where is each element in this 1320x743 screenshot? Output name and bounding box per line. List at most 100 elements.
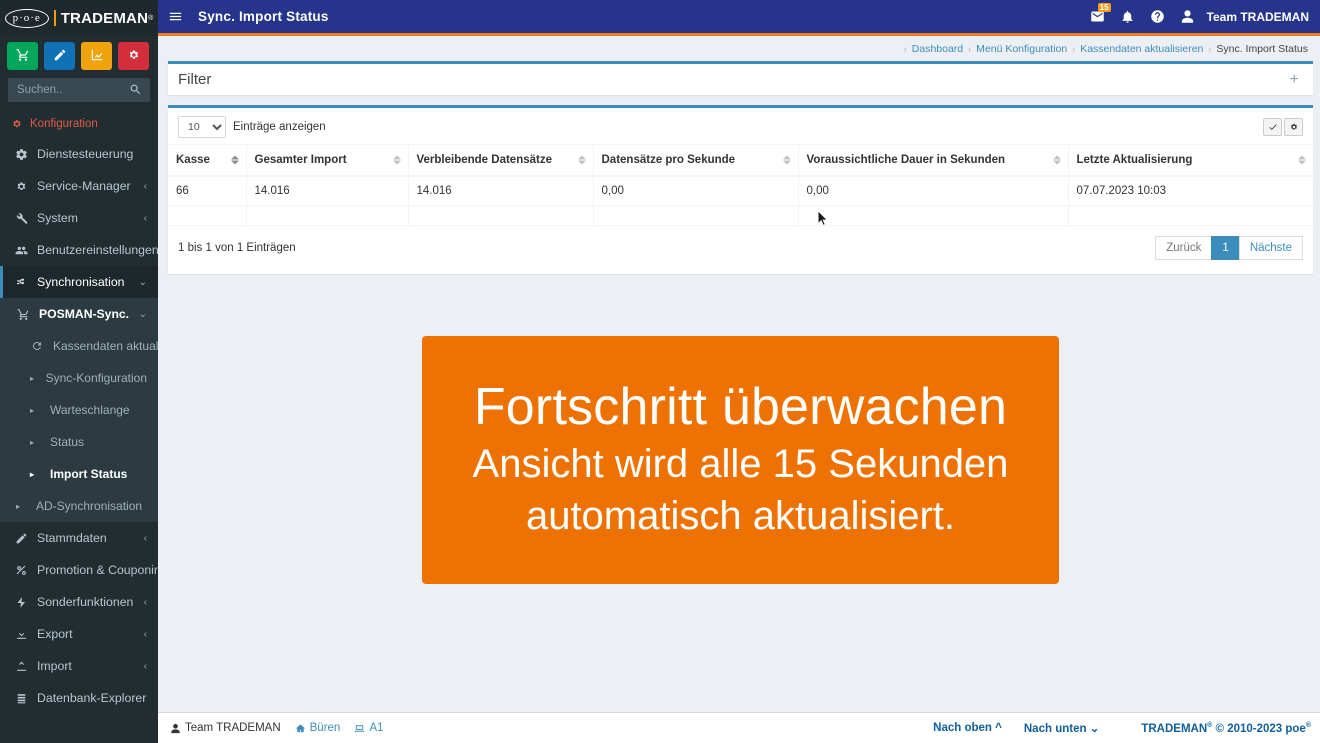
- sidebar-item-sync-konfiguration[interactable]: ▸ Sync-Konfiguration: [0, 362, 158, 394]
- settings-button[interactable]: [118, 42, 149, 70]
- cart-icon: [16, 48, 30, 65]
- sidebar-item-promotion-couponing[interactable]: Promotion & Couponing ‹: [0, 554, 158, 586]
- sidebar-item-ad-synchronisation[interactable]: ▸ AD-Synchronisation: [0, 490, 158, 522]
- sidebar-submenu-synchronisation: POSMAN-Sync. ⌄ Kassendaten aktualisieren…: [0, 298, 158, 522]
- breadcrumb-item-menu-konfiguration[interactable]: Menü Konfiguration: [971, 43, 1072, 55]
- upload-icon: [14, 660, 28, 673]
- sidebar: p·o·e TRADEMAN ® Suchen.. Konfiguration …: [0, 0, 158, 743]
- notifications-button[interactable]: [1113, 0, 1143, 33]
- help-button[interactable]: [1143, 0, 1173, 33]
- question-circle-icon: [1151, 10, 1164, 23]
- footer-user-label: Team TRADEMAN: [185, 722, 281, 734]
- footer-location[interactable]: Büren: [295, 722, 341, 734]
- table-row-empty: [168, 205, 1313, 226]
- gears-icon: [13, 120, 21, 128]
- pencil-icon: [53, 48, 67, 65]
- sort-indicator-icon: [1052, 155, 1061, 165]
- content-area: Filter + 10 25 50 100 Einträge anzeigen: [158, 61, 1320, 743]
- search-icon[interactable]: [129, 83, 142, 96]
- footer-location-label: Büren: [309, 722, 341, 734]
- user-icon: [171, 723, 180, 733]
- sidebar-item-import[interactable]: Import ‹: [0, 650, 158, 682]
- scroll-up-label: Nach oben: [933, 722, 992, 734]
- banner-subline-1: Ansicht wird alle 15 Sekunden: [472, 442, 1009, 487]
- table-info-label: 1 bis 1 von 1 Einträgen: [178, 242, 296, 254]
- sidebar-item-posman-sync[interactable]: POSMAN-Sync. ⌄: [0, 298, 158, 330]
- filter-expand-button[interactable]: +: [1286, 70, 1303, 90]
- sidebar-item-datenbank-explorer[interactable]: Datenbank-Explorer: [0, 682, 158, 714]
- breadcrumb-item-dashboard[interactable]: Dashboard: [907, 43, 968, 55]
- messages-button[interactable]: 15: [1083, 0, 1113, 33]
- breadcrumb-item-kassendaten-aktualisieren[interactable]: Kassendaten aktualisieren: [1075, 43, 1208, 55]
- column-label: Letzte Aktualisierung: [1076, 154, 1193, 166]
- caret-right-icon: ▸: [30, 437, 35, 447]
- table-settings-button[interactable]: [1284, 118, 1303, 136]
- sidebar-item-system[interactable]: System ‹: [0, 202, 158, 234]
- sort-indicator-icon: [577, 155, 586, 165]
- sidebar-item-sonderfunktionen[interactable]: Sonderfunktionen ‹: [0, 586, 158, 618]
- cart-button[interactable]: [7, 42, 38, 70]
- sidebar-item-export[interactable]: Export ‹: [0, 618, 158, 650]
- page-length-select[interactable]: 10 25 50 100: [178, 116, 226, 138]
- sidebar-item-status[interactable]: ▸ Status: [0, 426, 158, 458]
- column-header-gesamter-import[interactable]: Gesamter Import: [246, 144, 409, 177]
- breadcrumb: › Dashboard › Menü Konfiguration › Kasse…: [158, 36, 1320, 61]
- user-name-label[interactable]: Team TRADEMAN: [1207, 10, 1309, 24]
- gears-icon: [14, 180, 28, 193]
- caret-right-icon: ▸: [30, 373, 35, 383]
- column-header-voraussichtliche-dauer[interactable]: Voraussichtliche Dauer in Sekunden: [798, 144, 1069, 177]
- sidebar-item-warteschlange[interactable]: ▸ Warteschlange: [0, 394, 158, 426]
- main-area: Sync. Import Status 15 Team TRADEMAN › D…: [158, 0, 1320, 743]
- cell-voraussichtliche-dauer: 0,00: [798, 176, 1069, 206]
- users-icon: [14, 244, 28, 257]
- chevron-left-icon: ‹: [143, 596, 147, 608]
- footer-terminal-label: A1: [369, 722, 384, 734]
- statistics-button[interactable]: [81, 42, 112, 70]
- sidebar-item-label: POSMAN-Sync.: [39, 307, 130, 321]
- sidebar-item-stammdaten[interactable]: Stammdaten ‹: [0, 522, 158, 554]
- caret-right-icon: ▸: [30, 405, 35, 415]
- hamburger-menu-button[interactable]: [158, 0, 192, 33]
- sidebar-item-label: Import: [37, 659, 72, 673]
- pagination-page-1[interactable]: 1: [1211, 236, 1240, 260]
- filter-panel-title: Filter: [178, 71, 212, 88]
- sidebar-item-service-manager[interactable]: Service-Manager ‹: [0, 170, 158, 202]
- chevron-down-icon: ⌄: [138, 308, 147, 320]
- scroll-up-link[interactable]: Nach oben ^: [933, 722, 1002, 734]
- pagination-prev-button[interactable]: Zurück: [1155, 236, 1213, 260]
- cell-datensaetze-pro-sekunde: 0,00: [593, 176, 799, 206]
- registered-mark: ®: [1305, 721, 1311, 729]
- sidebar-item-benutzereinstellungen[interactable]: Benutzereinstellungen ‹: [0, 234, 158, 266]
- sidebar-item-kassendaten-aktualisieren[interactable]: Kassendaten aktualisieren: [0, 330, 158, 362]
- page-title: Sync. Import Status: [198, 9, 329, 24]
- edit-button[interactable]: [44, 42, 75, 70]
- footer-brand-label: TRADEMAN: [1141, 722, 1208, 735]
- table-row[interactable]: 66 14.016 14.016 0,00 0,00 07.07.2023 10…: [168, 176, 1313, 206]
- sidebar-item-synchronisation[interactable]: Synchronisation ⌄: [0, 266, 158, 298]
- column-header-letzte-aktualisierung[interactable]: Letzte Aktualisierung: [1068, 144, 1313, 177]
- sidebar-item-import-status[interactable]: ▸ Import Status: [0, 458, 158, 490]
- pagination-next-button[interactable]: Nächste: [1238, 236, 1303, 260]
- chevron-left-icon: ‹: [143, 532, 147, 544]
- sort-indicator-icon: [392, 155, 401, 165]
- caret-right-icon: ▸: [16, 501, 21, 511]
- bolt-icon: [14, 596, 28, 609]
- column-label: Voraussichtliche Dauer in Sekunden: [806, 154, 1006, 166]
- column-header-kasse[interactable]: Kasse: [168, 144, 247, 177]
- user-avatar-button[interactable]: [1173, 0, 1203, 33]
- brand-name-label: TRADEMAN: [60, 9, 149, 27]
- sidebar-item-label: Kassendaten aktualisieren: [53, 339, 158, 353]
- column-visibility-button[interactable]: [1263, 118, 1282, 136]
- brand-poe-label: p·o·e: [4, 8, 49, 28]
- column-header-verbleibende-datensaetze[interactable]: Verbleibende Datensätze: [408, 144, 594, 177]
- progress-banner: Fortschritt überwachen Ansicht wird alle…: [422, 336, 1059, 585]
- chevron-down-icon: ⌄: [138, 276, 147, 288]
- sidebar-item-label: System: [37, 211, 78, 225]
- sidebar-item-dienstesteuerung[interactable]: Dienstesteuerung: [0, 138, 158, 170]
- scroll-down-link[interactable]: Nach unten ⌄: [1024, 721, 1099, 735]
- footer-terminal[interactable]: A1: [354, 722, 383, 734]
- brand-logo[interactable]: p·o·e TRADEMAN ®: [0, 0, 158, 36]
- column-header-datensaetze-pro-sekunde[interactable]: Datensätze pro Sekunde: [593, 144, 799, 177]
- check-icon: [1268, 124, 1277, 130]
- column-label: Verbleibende Datensätze: [416, 154, 553, 166]
